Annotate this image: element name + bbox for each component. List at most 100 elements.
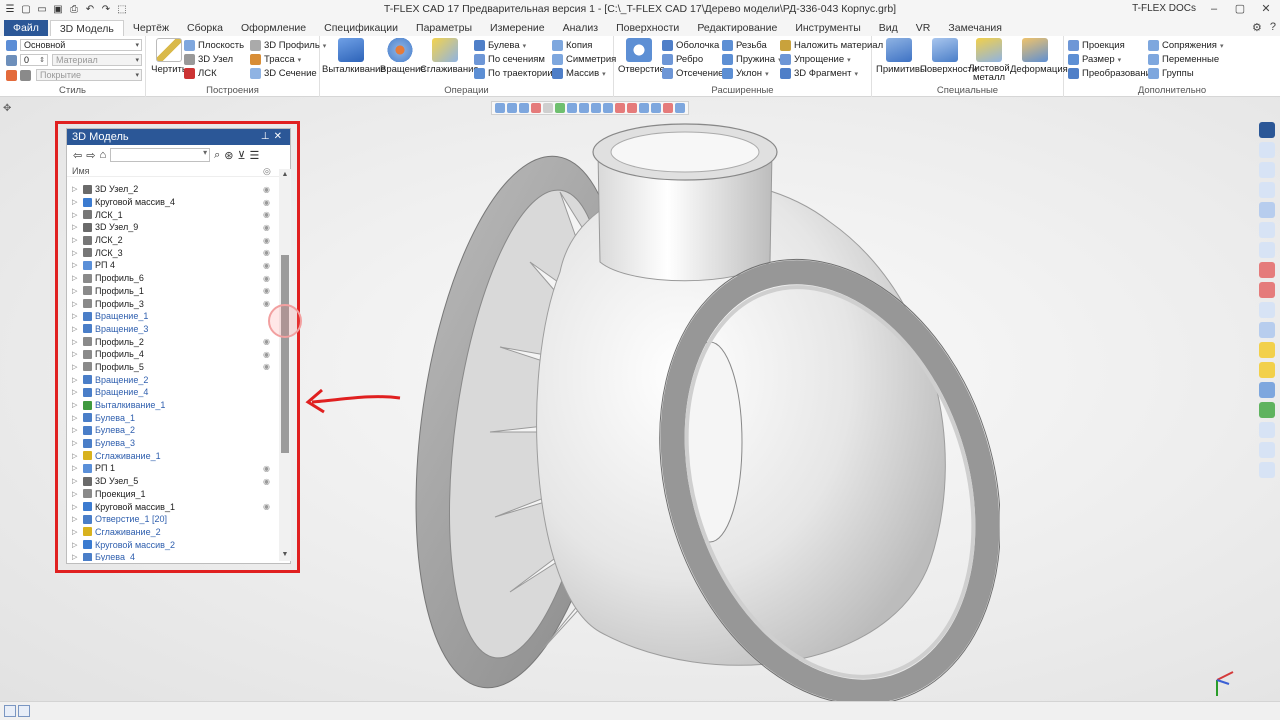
rotate-button[interactable]: Вращение	[380, 38, 426, 75]
copy-button[interactable]: Копия	[552, 40, 592, 51]
primitives-button[interactable]: Примитивы	[876, 38, 927, 75]
section3d-button[interactable]: 3D Сечение	[250, 68, 317, 79]
lsk-button[interactable]: ЛСК	[184, 68, 217, 79]
expand-arrow-icon[interactable]: ▷	[72, 541, 80, 549]
3d-part-render[interactable]	[410, 112, 1000, 707]
expand-arrow-icon[interactable]: ▷	[72, 452, 80, 460]
minimize-button[interactable]: –	[1206, 3, 1222, 15]
scroll-up-icon[interactable]: ▲	[279, 169, 291, 181]
apply-material-button[interactable]: Наложить материал	[780, 40, 883, 51]
tree-item[interactable]: ▷ Профиль_5 ◉	[67, 361, 279, 374]
tree-item[interactable]: ▷ 3D Узел_9 ◉	[67, 221, 279, 234]
close-button[interactable]: ✕	[1258, 2, 1274, 15]
zoom-icon[interactable]	[1259, 142, 1275, 158]
close-panel-icon[interactable]: ✕	[274, 131, 286, 142]
expand-arrow-icon[interactable]: ▷	[72, 426, 80, 434]
tree-item[interactable]: ▷ РП 1 ◉	[67, 462, 279, 475]
tree-item[interactable]: ▷ Профиль_3 ◉	[67, 297, 279, 310]
expand-arrow-icon[interactable]: ▷	[72, 185, 80, 193]
tree-item[interactable]: ▷ Булева_2	[67, 424, 279, 437]
material-view-icon[interactable]	[1259, 362, 1275, 378]
coating-select[interactable]: Покрытие ▾	[36, 69, 142, 81]
visibility-eye-icon[interactable]: ◉	[263, 477, 270, 486]
scroll-down-icon[interactable]: ▼	[279, 549, 291, 561]
pan-icon[interactable]	[1259, 262, 1275, 278]
sheet-metal-button[interactable]: Листовой металл	[968, 38, 1010, 82]
groups-button[interactable]: Группы	[1148, 68, 1194, 79]
expand-arrow-icon[interactable]: ▷	[72, 211, 80, 219]
tree-item[interactable]: ▷ 3D Узел_2 ◉	[67, 183, 279, 196]
tab-annotation[interactable]: Оформление	[232, 20, 315, 36]
tree-search-input[interactable]	[110, 148, 211, 162]
redo-icon[interactable]: ↷	[100, 4, 112, 16]
thread-button[interactable]: Резьба	[722, 40, 767, 51]
transform-button[interactable]: Преобразование	[1068, 68, 1156, 79]
visibility-eye-icon[interactable]: ◉	[263, 198, 270, 207]
visibility-eye-icon[interactable]: ◉	[263, 362, 270, 371]
expand-arrow-icon[interactable]: ▷	[72, 236, 80, 244]
visibility-eye-icon[interactable]: ◉	[263, 274, 270, 283]
expand-arrow-icon[interactable]: ▷	[72, 477, 80, 485]
tree-item[interactable]: ▷ Вращение_4	[67, 386, 279, 399]
back-icon[interactable]: ⇦	[73, 149, 82, 162]
help-icon[interactable]: ?	[1270, 21, 1276, 34]
node3d-button[interactable]: 3D Узел	[184, 54, 233, 65]
tflex-docs-button[interactable]: T-FLEX DOCs	[1132, 3, 1196, 14]
expand-arrow-icon[interactable]: ▷	[72, 363, 80, 371]
boolean-button[interactable]: Булева ▾	[474, 40, 526, 51]
tree-item[interactable]: ▷ Вращение_1	[67, 310, 279, 323]
tree-item[interactable]: ▷ Профиль_6 ◉	[67, 272, 279, 285]
tab-analysis[interactable]: Анализ	[554, 20, 607, 36]
magnet-icon[interactable]	[1259, 122, 1275, 138]
tree-item[interactable]: ▷ Вращение_2	[67, 373, 279, 386]
tree-item[interactable]: ▷ ЛСК_2 ◉	[67, 234, 279, 247]
app-menu-icon[interactable]: ☰	[4, 4, 16, 16]
projection-button[interactable]: Проекция	[1068, 40, 1125, 51]
visibility-eye-icon[interactable]: ◉	[263, 286, 270, 295]
tab-file[interactable]: Файл	[4, 20, 48, 36]
expand-arrow-icon[interactable]: ▷	[72, 223, 80, 231]
dimension-button[interactable]: Размер ▾	[1068, 54, 1121, 65]
expand-arrow-icon[interactable]: ▷	[72, 312, 80, 320]
tab-specifications[interactable]: Спецификации	[315, 20, 407, 36]
camera-icon[interactable]	[1259, 422, 1275, 438]
tab-3d-model[interactable]: 3D Модель	[49, 20, 124, 36]
tree-item[interactable]: ▷ ЛСК_1 ◉	[67, 208, 279, 221]
hole-button[interactable]: Отверстие	[618, 38, 665, 75]
settings-icon[interactable]: ⚙	[1252, 21, 1262, 34]
filter-dropdown-icon[interactable]: ⊻	[237, 149, 245, 162]
color-icon[interactable]	[6, 70, 17, 81]
tree-item[interactable]: ▷ Профиль_1 ◉	[67, 285, 279, 298]
by-sections-button[interactable]: По сечениям	[474, 54, 545, 65]
coating-swatch[interactable]	[20, 70, 31, 81]
split-view-icon[interactable]	[18, 705, 30, 717]
expand-arrow-icon[interactable]: ▷	[72, 528, 80, 536]
expand-arrow-icon[interactable]: ▷	[72, 325, 80, 333]
light-icon[interactable]	[1259, 342, 1275, 358]
tree-item[interactable]: ▷ Профиль_2 ◉	[67, 335, 279, 348]
tree-item[interactable]: ▷ ЛСК_3 ◉	[67, 246, 279, 259]
profile3d-button[interactable]: 3D Профиль ▾	[250, 40, 326, 51]
wireframe-icon[interactable]	[1259, 322, 1275, 338]
by-path-button[interactable]: По траектории▾	[474, 68, 559, 79]
expand-arrow-icon[interactable]: ▷	[72, 401, 80, 409]
visibility-eye-icon[interactable]: ◉	[263, 261, 270, 270]
view-glasses-icon[interactable]	[1259, 202, 1275, 218]
mates-button[interactable]: Сопряжения ▾	[1148, 40, 1223, 51]
visibility-eye-icon[interactable]: ◉	[263, 223, 270, 232]
fragment3d-button[interactable]: 3D Фрагмент ▾	[780, 68, 858, 79]
orbit-icon[interactable]	[1259, 242, 1275, 258]
tab-vr[interactable]: VR	[907, 20, 940, 36]
expand-arrow-icon[interactable]: ▷	[72, 464, 80, 472]
level-input[interactable]: 0 ⇕	[20, 54, 48, 66]
display-icon[interactable]	[1259, 402, 1275, 418]
visibility-eye-icon[interactable]: ◉	[263, 299, 270, 308]
extrude-button[interactable]: Выталкивание	[322, 38, 386, 75]
tree-item[interactable]: ▷ Круговой массив_2	[67, 538, 279, 551]
expand-arrow-icon[interactable]: ▷	[72, 439, 80, 447]
visibility-eye-icon[interactable]: ◉	[263, 337, 270, 346]
maximize-button[interactable]: ▢	[1232, 2, 1248, 15]
scroll-thumb[interactable]	[281, 255, 289, 453]
visibility-eye-icon[interactable]: ◉	[263, 248, 270, 257]
cut-button[interactable]: Отсечение	[662, 68, 723, 79]
